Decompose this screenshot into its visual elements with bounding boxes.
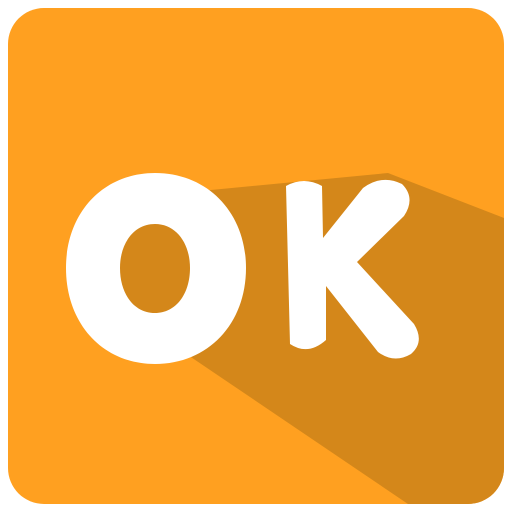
- ok-logo-graphic: [66, 173, 504, 504]
- ok-app-icon[interactable]: OK: [8, 8, 504, 504]
